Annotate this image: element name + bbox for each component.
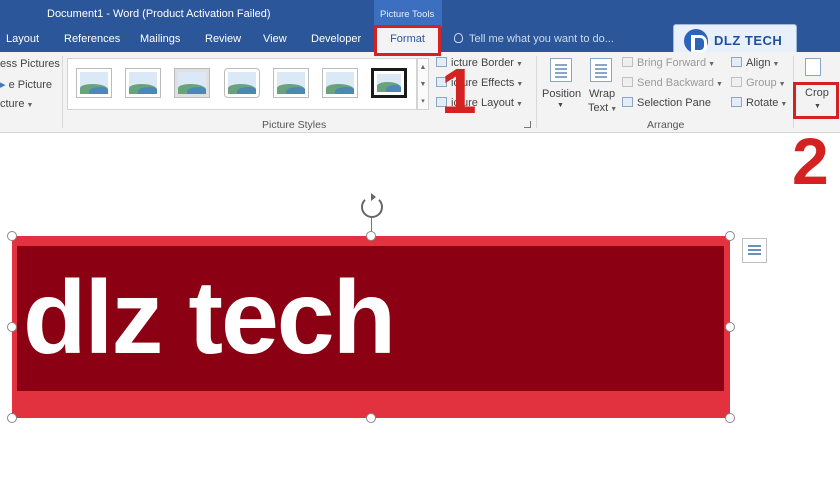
position-icon (550, 58, 572, 82)
logo-text: DLZ TECH (714, 33, 783, 48)
group-label: Group (746, 77, 777, 89)
ribbon: ess Pictures ▸ e Picture cture ▼ ▲ ▼ ▾ ictu… (0, 52, 840, 133)
tab-references[interactable]: References (64, 33, 120, 45)
position-label: Position (542, 88, 582, 100)
align-icon (731, 57, 742, 67)
crop-picture-icon (805, 58, 821, 76)
selection-pane-button[interactable]: Selection Pane (622, 97, 711, 109)
picture-tools-label: Picture Tools (380, 9, 435, 20)
style-thumb[interactable] (273, 68, 309, 98)
tab-layout[interactable]: Layout (6, 33, 39, 45)
style-thumb[interactable] (76, 68, 112, 98)
change-picture-button[interactable]: ▸ e Picture (0, 78, 52, 91)
resize-handle[interactable] (7, 413, 17, 423)
send-backward-icon (622, 77, 633, 87)
compress-label: ess Pictures (0, 58, 60, 70)
bring-forward-icon (622, 57, 633, 67)
compress-pictures-button[interactable]: ess Pictures (0, 58, 60, 70)
picture-styles-group-label: Picture Styles (262, 119, 327, 131)
reset-picture-label: cture (0, 98, 25, 110)
style-thumb[interactable] (224, 68, 260, 98)
resize-handle[interactable] (725, 413, 735, 423)
style-thumb[interactable] (322, 68, 358, 98)
gallery-scroll[interactable]: ▲ ▼ ▾ (417, 58, 429, 110)
bring-forward-label: Bring Forward (637, 57, 707, 69)
style-thumb[interactable] (125, 68, 161, 98)
tab-developer[interactable]: Developer (311, 33, 361, 45)
group-icon (731, 77, 742, 87)
annotation-box-crop (793, 82, 839, 119)
bring-forward-button[interactable]: Bring Forward ▼ (622, 57, 715, 69)
resize-handle[interactable] (725, 322, 735, 332)
style-thumb[interactable] (174, 68, 210, 98)
wrap-label: Wrap (589, 88, 616, 100)
resize-handle[interactable] (366, 413, 376, 423)
dialog-launcher-icon[interactable] (524, 121, 531, 128)
group-button[interactable]: Group ▼ (731, 77, 786, 89)
window-title: Document1 - Word (Product Activation Fai… (47, 8, 271, 20)
wrap-text-button-2[interactable]: Text ▼ (588, 102, 617, 114)
position-button[interactable]: Position (542, 88, 581, 100)
send-backward-label: Send Backward (637, 77, 715, 89)
picture-inner: dlz tech (17, 246, 724, 391)
align-label: Align (746, 57, 771, 69)
rotate-handle-icon[interactable] (361, 193, 383, 218)
resize-handle[interactable] (7, 322, 17, 332)
logo-mark-icon (684, 29, 708, 53)
rotate-button[interactable]: Rotate ▼ (731, 97, 787, 109)
tab-view[interactable]: View (263, 33, 287, 45)
resize-handle[interactable] (7, 231, 17, 241)
annotation-number-1: 1 (441, 55, 477, 127)
annotation-number-2: 2 (792, 124, 829, 198)
send-backward-button[interactable]: Send Backward ▼ (622, 77, 723, 89)
resize-handle[interactable] (366, 231, 376, 241)
picture-styles-gallery[interactable] (67, 58, 417, 110)
rotate-icon (731, 97, 742, 107)
tab-mailings[interactable]: Mailings (140, 33, 180, 45)
tell-me-box[interactable]: Tell me what you want to do... (454, 33, 614, 45)
picture-text: dlz tech (23, 260, 396, 376)
wrap-text-button[interactable]: Wrap (589, 88, 615, 100)
tab-review[interactable]: Review (205, 33, 241, 45)
change-picture-label: e Picture (8, 79, 53, 91)
arrange-group-label: Arrange (647, 119, 685, 131)
group-separator (62, 56, 63, 128)
picture-tools-group: Picture Tools (374, 0, 442, 27)
selection-pane-label: Selection Pane (637, 97, 711, 109)
group-separator (536, 56, 537, 128)
resize-handle[interactable] (725, 231, 735, 241)
annotation-box-format (374, 25, 441, 56)
tell-me-text: Tell me what you want to do... (469, 33, 614, 45)
wrap-text-icon (590, 58, 612, 82)
text-label: Text (588, 102, 609, 114)
align-button[interactable]: Align ▼ (731, 57, 779, 69)
selection-pane-icon (622, 97, 633, 107)
style-thumb-selected[interactable] (371, 68, 407, 98)
selected-picture[interactable]: dlz tech (12, 236, 730, 418)
lightbulb-icon (454, 33, 463, 43)
layout-options-icon[interactable] (742, 238, 767, 263)
reset-picture-button[interactable]: cture ▼ (0, 98, 33, 110)
rotate-label: Rotate (746, 97, 779, 109)
position-caret: ▼ (557, 102, 564, 109)
